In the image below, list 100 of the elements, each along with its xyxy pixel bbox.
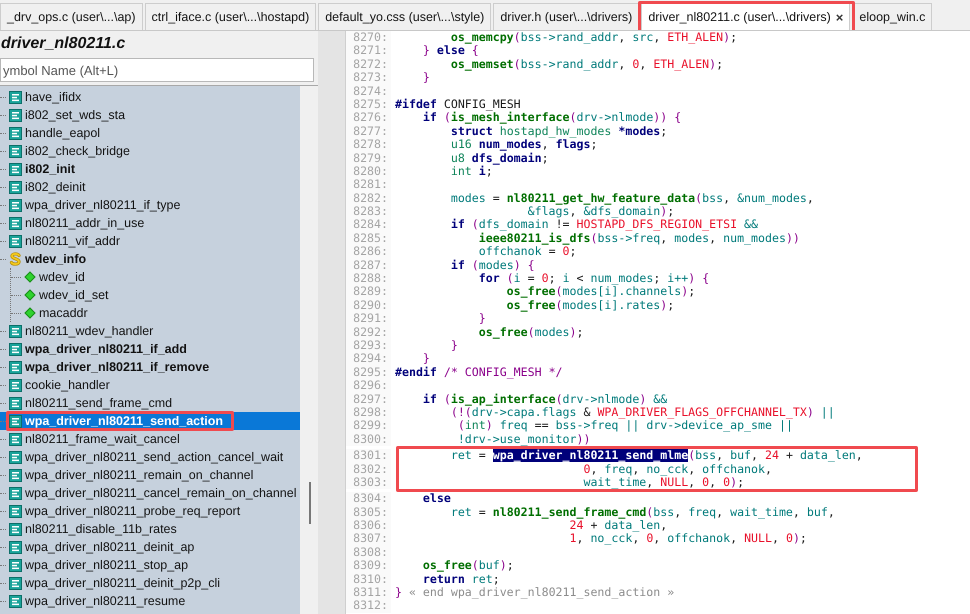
symbol-item[interactable]: wpa_driver_nl80211_probe_req_report [0,502,300,520]
symbol-item[interactable]: wdev_id [11,268,300,286]
code-line: (!(drv->capa.flags & WPA_DRIVER_FLAGS_OFFCHANNEL_TX) || [450,406,835,420]
symbol-item[interactable]: wpa_driver_nl80211_deinit_p2p_cli [0,574,300,592]
line-number: 8278: [346,138,391,152]
function-icon [9,342,22,356]
symbol-item[interactable]: nl80211_frame_wait_cancel [0,430,300,448]
line-number: 8282: [346,192,391,206]
code-line: } else { [422,44,479,58]
symbol-item[interactable]: wpa_driver_nl80211_send_action_cancel_wait [0,448,300,466]
function-icon [9,486,22,500]
symbol-item[interactable]: i802_init [0,160,300,178]
symbol-item[interactable]: wpa_driver_nl80211_stop_ap [0,556,300,574]
code-line: (int) freq == bss->freq || drv->device_ap_sme || [456,419,793,433]
function-icon [9,522,22,536]
code-line: ret = nl80211_send_frame_cmd(bss, freq, wait_time, buf, [450,506,835,520]
code-line: u16 num_modes, flags; [450,138,598,152]
line-number: 8274: [346,84,391,98]
code-line: wait_time, NULL, 0, 0); [582,476,744,490]
line-number: 8280: [346,164,391,178]
file-tab[interactable]: eloop_win.c [852,3,932,30]
function-icon [9,180,22,194]
function-icon [9,396,22,410]
symbol-item[interactable]: have_ifidx [0,88,300,106]
code-line: ieee80211_is_dfs(bss->freq, modes, num_modes)) [478,232,800,246]
line-number: 8301: [346,449,391,462]
function-icon [9,360,22,374]
line-number: 8306: [346,519,391,532]
line-number: 8275: [346,98,391,112]
line-number: 8311: [346,586,391,600]
symbol-item[interactable]: nl80211_vif_addr [0,232,300,250]
file-tab[interactable]: ctrl_iface.c (user\...\hostapd) [144,3,316,30]
line-number: 8302: [346,462,391,476]
symbol-item[interactable]: wpa_driver_nl80211_if_type [0,196,300,214]
code-line: #ifdef CONFIG_MESH [394,98,521,112]
symbol-item[interactable]: wpa_driver_nl80211_send_action [0,412,300,430]
symbol-item[interactable]: wdev_id_set [11,286,300,304]
file-tab[interactable]: driver.h (user\...\drivers) [493,3,640,30]
line-number: 8272: [346,58,391,72]
symbol-item[interactable]: handle_eapol [0,124,300,142]
code-line: struct hostapd_hw_modes *modes; [450,124,668,138]
symbol-item[interactable]: wdev_info [0,250,300,268]
line-number: 8290: [346,298,391,312]
symbol-item[interactable]: macaddr [11,304,300,322]
search-field[interactable]: ymbol Name (Alt+L) [0,58,314,82]
line-number: 8291: [346,312,391,326]
line-number: 8287: [346,258,391,272]
symbol-item[interactable]: wpa_driver_nl80211_remain_on_channel [0,466,300,484]
function-icon [9,414,22,428]
line-number: 8293: [346,338,391,352]
struct-icon [9,252,22,266]
code-line: for (i = 0; i < num_modes; i++) { [478,272,710,286]
line-number: 8299: [346,419,391,433]
symbol-item[interactable]: i802_set_wds_sta [0,106,300,124]
symbol-item[interactable]: wpa_driver_nl80211_cancel_remain_on_channel [0,484,300,502]
close-icon[interactable]: × [836,10,844,24]
code-line: os_free(modes); [478,326,584,339]
scrollbar-thumb[interactable] [309,482,311,524]
code-line: } [450,338,458,352]
code-line: } « end wpa_driver_nl80211_send_action » [394,586,674,600]
code-line: int i; [450,164,493,178]
line-number: 8277: [346,124,391,138]
code-line: if (is_mesh_interface(drv->nlmode)) { [422,111,682,125]
function-icon [9,144,22,158]
code-line: #endif /* CONFIG_MESH */ [394,366,563,380]
file-tab[interactable]: _drv_ops.c (user\...\ap) [0,3,143,30]
line-number: 8279: [346,152,391,165]
code-line: return ret; [422,572,500,586]
code-line: modes = nl80211_get_hw_feature_data(bss, &num_modes, [450,192,814,206]
code-line: } [422,352,430,366]
symbol-item[interactable]: i802_check_bridge [0,142,300,160]
scrollbar[interactable] [300,86,318,614]
symbol-item[interactable]: nl80211_wdev_handler [0,322,300,340]
line-number: 8308: [346,546,391,560]
file-tab[interactable]: default_yo.css (user\...\style) [318,3,492,30]
symbol-item[interactable]: nl80211_disable_11b_rates [0,520,300,538]
line-number: 8297: [346,392,391,406]
symbol-item[interactable]: i802_deinit [0,178,300,196]
splitter[interactable] [318,31,346,614]
symbol-item[interactable]: wpa_driver_nl80211_if_add [0,340,300,358]
line-number: 8294: [346,352,391,366]
function-icon [9,162,22,176]
symbol-item[interactable]: nl80211_send_frame_cmd [0,394,300,412]
line-number: 8295: [346,366,391,380]
function-icon [9,504,22,518]
function-icon [9,90,22,104]
line-number: 8307: [346,532,391,546]
code-line: os_free(buf); [422,559,514,573]
code-line: os_free(modes[i].channels); [506,285,696,299]
code-line: ret = wpa_driver_nl80211_send_mlme(bss, buf, 24 + data_len, [450,449,863,462]
code-line: 24 + data_len, [570,519,668,532]
function-icon [9,216,22,230]
line-number: 8305: [346,506,391,520]
function-icon [9,234,22,248]
code-line: u8 dfs_domain; [450,152,549,165]
symbol-item[interactable]: cookie_handler [0,376,300,394]
symbol-item[interactable]: wpa_driver_nl80211_if_remove [0,358,300,376]
symbol-item[interactable]: wpa_driver_nl80211_deinit_ap [0,538,300,556]
symbol-item[interactable]: wpa_driver_nl80211_resume [0,592,300,610]
symbol-item[interactable]: nl80211_addr_in_use [0,214,300,232]
